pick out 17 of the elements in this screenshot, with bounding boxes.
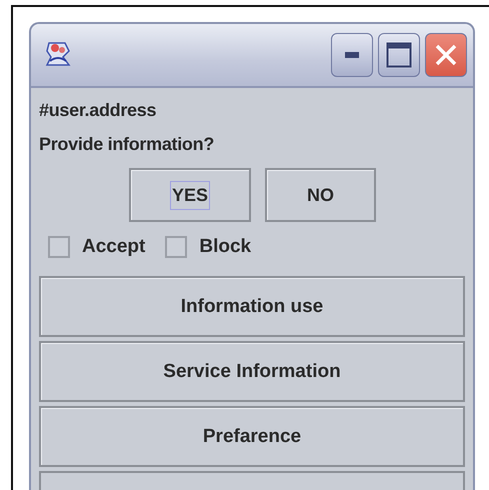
section-button[interactable]: Prefarence	[39, 406, 465, 467]
checkbox-label: Accept	[82, 236, 146, 258]
maximize-icon	[386, 42, 412, 68]
checkbox-label: Block	[199, 236, 252, 258]
checkbox[interactable]	[165, 236, 188, 258]
close-button[interactable]	[425, 33, 467, 77]
answer-button[interactable]: NO	[265, 168, 376, 222]
minimize-icon	[345, 52, 359, 58]
checkbox[interactable]	[48, 236, 70, 258]
close-icon	[434, 43, 458, 67]
question-text: Provide information?	[39, 133, 216, 156]
maximize-button[interactable]	[378, 33, 420, 77]
minimize-button[interactable]	[331, 33, 373, 77]
answer-button[interactable]: YES	[129, 168, 251, 222]
field-name-label: #user.address	[39, 99, 158, 122]
section-button[interactable]: Information use	[39, 276, 465, 337]
section-button[interactable]: Service Information	[39, 341, 465, 402]
